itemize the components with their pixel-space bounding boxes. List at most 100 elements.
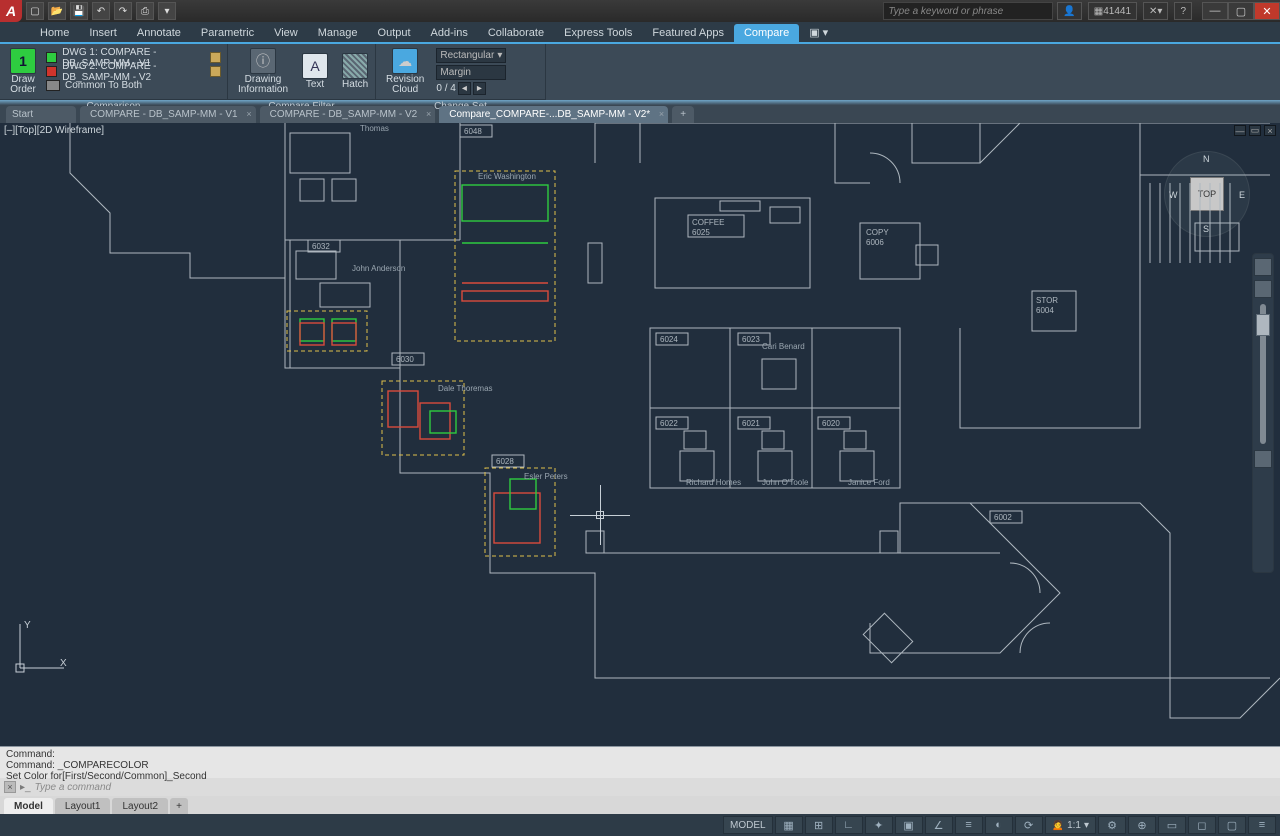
tab-home[interactable]: Home xyxy=(30,24,79,42)
common-row[interactable]: Common To Both xyxy=(46,79,221,92)
tab-express[interactable]: Express Tools xyxy=(554,24,642,42)
drawing-canvas[interactable]: [–][Top][2D Wireframe] — ▭ × TOP N S E W… xyxy=(0,123,1280,746)
file-tab-start[interactable]: Start xyxy=(6,106,76,123)
change-counter: 0 / 4 ◂ ▸ xyxy=(436,82,506,95)
text-filter-button[interactable]: AText xyxy=(298,51,332,92)
svg-text:Eric Washington: Eric Washington xyxy=(478,172,536,181)
tab-addins[interactable]: Add-ins xyxy=(421,24,478,42)
layout-tab-model[interactable]: Model xyxy=(4,798,53,814)
status-workspace-icon[interactable]: ⊕ xyxy=(1128,816,1156,834)
dwg2-row[interactable]: DWG 2: COMPARE - DB_SAMP-MM - V2 xyxy=(46,65,221,78)
revcloud-shape-select[interactable]: Rectangular▾ xyxy=(436,48,506,63)
tab-compare[interactable]: Compare xyxy=(734,24,799,42)
tab-manage[interactable]: Manage xyxy=(308,24,368,42)
status-grid-icon[interactable]: ▦ xyxy=(775,816,803,834)
command-chevron-icon: ▸_ xyxy=(20,782,31,793)
close-tab-icon[interactable]: × xyxy=(426,109,431,119)
qat-open-icon[interactable]: 📂 xyxy=(48,2,66,20)
prev-change-button[interactable]: ◂ xyxy=(458,82,471,95)
tab-view[interactable]: View xyxy=(264,24,308,42)
help-button[interactable]: ? xyxy=(1174,2,1192,20)
close-tab-icon[interactable]: × xyxy=(659,109,664,119)
minimize-button[interactable]: — xyxy=(1202,2,1228,20)
search-input[interactable]: Type a keyword or phrase xyxy=(883,2,1053,20)
status-lineweight-icon[interactable]: ≡ xyxy=(955,816,983,834)
titlebar-right: 👤 ▦ 41441 ✕▾ ? xyxy=(1057,2,1192,20)
qat-save-icon[interactable]: 💾 xyxy=(70,2,88,20)
status-otrack-icon[interactable]: ∠ xyxy=(925,816,953,834)
close-commandline-icon[interactable]: × xyxy=(4,781,16,793)
status-model[interactable]: MODEL xyxy=(723,816,773,834)
svg-text:6023: 6023 xyxy=(742,335,760,344)
file-tab[interactable]: COMPARE - DB_SAMP-MM - V1× xyxy=(80,106,256,123)
color-chip-red xyxy=(46,66,57,77)
panel-change-set: ☁Revision Cloud Rectangular▾ Margin 0 / … xyxy=(376,44,546,100)
status-osnap-icon[interactable]: ▣ xyxy=(895,816,923,834)
svg-text:6020: 6020 xyxy=(822,419,840,428)
svg-text:John O'Toole: John O'Toole xyxy=(762,478,809,487)
svg-text:Y: Y xyxy=(24,620,31,631)
floorplan: 6048 Thomas 6032 John Anderson Eric Wash… xyxy=(0,123,1280,746)
svg-text:COFFEE: COFFEE xyxy=(692,218,724,227)
tab-insert[interactable]: Insert xyxy=(79,24,127,42)
status-gear-icon[interactable]: ⚙ xyxy=(1098,816,1126,834)
status-snap-icon[interactable]: ⊞ xyxy=(805,816,833,834)
command-input[interactable]: Type a command xyxy=(35,782,1276,793)
browse-icon[interactable] xyxy=(210,66,221,77)
draw-order-button[interactable]: 1 Draw Order xyxy=(6,46,40,97)
revcloud-icon: ☁ xyxy=(392,48,418,74)
panel-comparison: 1 Draw Order DWG 1: COMPARE - DB_SAMP-MM… xyxy=(0,44,228,100)
drawing-info-button[interactable]: ⓘDrawing Information xyxy=(234,46,292,97)
status-hardware-icon[interactable]: ◻ xyxy=(1188,816,1216,834)
tab-annotate[interactable]: Annotate xyxy=(127,24,191,42)
status-polar-icon[interactable]: ✦ xyxy=(865,816,893,834)
status-annoscale[interactable]: 🙍 1:1 ▾ xyxy=(1045,816,1096,834)
svg-text:6021: 6021 xyxy=(742,419,760,428)
file-tab[interactable]: Compare_COMPARE-...DB_SAMP-MM - V2*× xyxy=(439,106,668,123)
status-ortho-icon[interactable]: ∟ xyxy=(835,816,863,834)
qat-redo-icon[interactable]: ↷ xyxy=(114,2,132,20)
panel-compare-filter: ⓘDrawing Information AText Hatch Compare… xyxy=(228,44,376,100)
hatch-filter-button[interactable]: Hatch xyxy=(338,51,372,92)
layout-tab[interactable]: Layout1 xyxy=(55,798,111,814)
next-change-button[interactable]: ▸ xyxy=(473,82,486,95)
svg-text:John Anderson: John Anderson xyxy=(352,264,405,273)
new-layout-button[interactable]: + xyxy=(170,798,188,814)
svg-text:Esler Peters: Esler Peters xyxy=(524,472,568,481)
layout-tabs: Model Layout1 Layout2 + xyxy=(0,796,1280,814)
maximize-button[interactable]: ▢ xyxy=(1228,2,1254,20)
coord-display: ▦ 41441 xyxy=(1088,2,1137,20)
tab-overflow-icon[interactable]: ▣ ▾ xyxy=(799,23,838,42)
tab-featured[interactable]: Featured Apps xyxy=(642,24,734,42)
status-cleanscreen-icon[interactable]: ▢ xyxy=(1218,816,1246,834)
draw-order-icon: 1 xyxy=(10,48,36,74)
signin-button[interactable]: 👤 xyxy=(1057,2,1081,20)
margin-field[interactable]: Margin xyxy=(436,65,506,80)
close-button[interactable]: ✕ xyxy=(1254,2,1280,20)
qat-undo-icon[interactable]: ↶ xyxy=(92,2,110,20)
status-sc-icon[interactable]: ⟳ xyxy=(1015,816,1043,834)
text-icon: A xyxy=(302,53,328,79)
tab-collaborate[interactable]: Collaborate xyxy=(478,24,554,42)
qat-print-icon[interactable]: ⎙ xyxy=(136,2,154,20)
svg-text:6032: 6032 xyxy=(312,242,330,251)
browse-icon[interactable] xyxy=(210,52,221,63)
layout-tab[interactable]: Layout2 xyxy=(112,798,168,814)
command-line[interactable]: × ▸_ Type a command xyxy=(0,778,1280,796)
revision-cloud-button[interactable]: ☁Revision Cloud xyxy=(382,46,428,97)
status-isolate-icon[interactable]: ▭ xyxy=(1158,816,1186,834)
exchange-icon[interactable]: ✕▾ xyxy=(1143,2,1168,20)
status-transparency-icon[interactable]: ◐ xyxy=(985,816,1013,834)
app-logo[interactable]: A xyxy=(0,0,22,22)
svg-text:Thomas: Thomas xyxy=(360,124,389,133)
tab-parametric[interactable]: Parametric xyxy=(191,24,264,42)
file-tab[interactable]: COMPARE - DB_SAMP-MM - V2× xyxy=(260,106,436,123)
close-tab-icon[interactable]: × xyxy=(246,109,251,119)
qat-more-icon[interactable]: ▾ xyxy=(158,2,176,20)
qat-new-icon[interactable]: ▢ xyxy=(26,2,44,20)
tab-output[interactable]: Output xyxy=(368,24,421,42)
hatch-icon xyxy=(342,53,368,79)
new-file-tab-button[interactable]: + xyxy=(672,106,694,123)
status-customize-icon[interactable]: ≡ xyxy=(1248,816,1276,834)
file-tabs: Start COMPARE - DB_SAMP-MM - V1× COMPARE… xyxy=(0,105,1280,123)
